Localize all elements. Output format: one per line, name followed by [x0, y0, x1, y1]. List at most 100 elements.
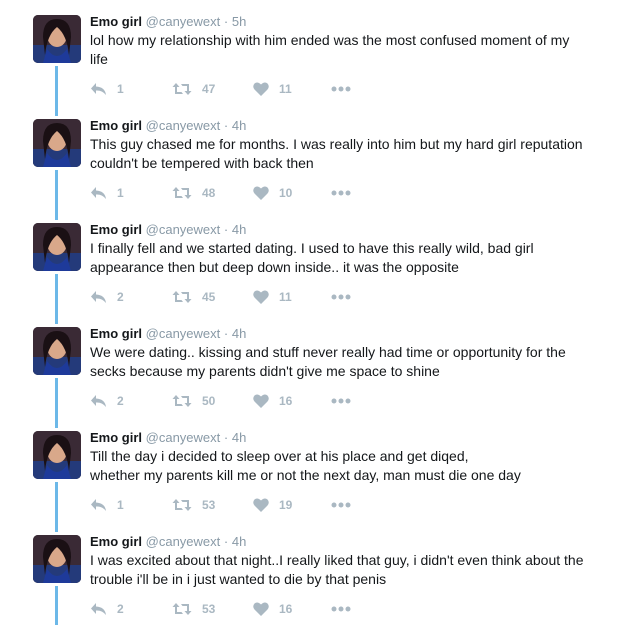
- heart-icon: [253, 394, 269, 408]
- like-button[interactable]: 11: [253, 80, 292, 98]
- tweet-text: I finally fell and we started dating. I …: [90, 239, 610, 276]
- reply-count: 1: [117, 186, 124, 200]
- avatar[interactable]: [33, 431, 81, 479]
- more-dots-icon: [331, 294, 351, 300]
- reply-button[interactable]: 2: [90, 600, 124, 618]
- author-name[interactable]: Emo girl: [90, 534, 142, 549]
- reply-button[interactable]: 1: [90, 80, 124, 98]
- separator-dot: ·: [223, 430, 229, 445]
- retweet-button[interactable]: 45: [172, 288, 215, 306]
- retweet-count: 50: [202, 394, 216, 408]
- tweet-timestamp[interactable]: 5h: [232, 14, 246, 29]
- tweet[interactable]: Emo girl @canyewext · 4h This guy chased…: [0, 104, 627, 208]
- author-handle[interactable]: @canyewext: [146, 222, 221, 237]
- author-handle[interactable]: @canyewext: [146, 326, 221, 341]
- avatar[interactable]: [33, 327, 81, 375]
- author-name[interactable]: Emo girl: [90, 430, 142, 445]
- tweet-text-line: trouble i'll be in i just wanted to die …: [90, 570, 387, 587]
- tweet-text: I was excited about that night..I really…: [90, 551, 610, 588]
- retweet-icon: [172, 290, 192, 304]
- tweet-text: Till the day i decided to sleep over at …: [90, 447, 610, 484]
- reply-count: 2: [117, 602, 124, 616]
- avatar[interactable]: [33, 535, 81, 583]
- reply-arrow-icon: [90, 82, 107, 96]
- tweet[interactable]: Emo girl @canyewext · 4h I was excited a…: [0, 520, 627, 625]
- retweet-button[interactable]: 50: [172, 392, 215, 410]
- thread-connector-line: [55, 274, 58, 312]
- avatar[interactable]: [33, 119, 81, 167]
- tweet-timestamp[interactable]: 4h: [232, 222, 246, 237]
- like-button[interactable]: 16: [253, 392, 292, 410]
- retweet-button[interactable]: 53: [172, 600, 215, 618]
- author-name[interactable]: Emo girl: [90, 118, 142, 133]
- tweet-header: Emo girl @canyewext · 4h: [90, 533, 246, 550]
- author-name[interactable]: Emo girl: [90, 326, 142, 341]
- tweet-text-line: I was excited about that night..I really…: [90, 552, 584, 568]
- like-button[interactable]: 10: [253, 184, 292, 202]
- reply-count: 2: [117, 290, 124, 304]
- tweet-thread: Emo girl @canyewext · 5h lol how my rela…: [0, 0, 627, 625]
- tweet-header: Emo girl @canyewext · 4h: [90, 325, 246, 342]
- tweet-text-line: appearance then but deep down inside.. i…: [90, 258, 459, 275]
- like-button[interactable]: 16: [253, 600, 292, 618]
- tweet-timestamp[interactable]: 4h: [232, 430, 246, 445]
- tweet-timestamp[interactable]: 4h: [232, 534, 246, 549]
- tweet-timestamp[interactable]: 4h: [232, 118, 246, 133]
- more-options-button[interactable]: [331, 392, 351, 410]
- retweet-icon: [172, 498, 192, 512]
- tweet[interactable]: Emo girl @canyewext · 4h I finally fell …: [0, 208, 627, 312]
- thread-connector-line: [55, 482, 58, 520]
- retweet-count: 53: [202, 602, 216, 616]
- avatar[interactable]: [33, 223, 81, 271]
- reply-button[interactable]: 2: [90, 392, 124, 410]
- reply-button[interactable]: 1: [90, 496, 124, 514]
- more-options-button[interactable]: [331, 600, 351, 618]
- like-count: 11: [279, 82, 292, 96]
- more-options-button[interactable]: [331, 288, 351, 306]
- like-button[interactable]: 11: [253, 288, 292, 306]
- like-button[interactable]: 19: [253, 496, 292, 514]
- avatar[interactable]: [33, 15, 81, 63]
- separator-dot: ·: [223, 14, 229, 29]
- retweet-button[interactable]: 47: [172, 80, 215, 98]
- tweet[interactable]: Emo girl @canyewext · 5h lol how my rela…: [0, 0, 627, 104]
- separator-dot: ·: [223, 326, 229, 341]
- author-handle[interactable]: @canyewext: [146, 14, 221, 29]
- retweet-icon: [172, 186, 192, 200]
- reply-arrow-icon: [90, 394, 107, 408]
- more-options-button[interactable]: [331, 184, 351, 202]
- tweet-text: We were dating.. kissing and stuff never…: [90, 343, 610, 380]
- separator-dot: ·: [223, 534, 229, 549]
- reply-arrow-icon: [90, 290, 107, 304]
- reply-arrow-icon: [90, 186, 107, 200]
- tweet-text-line: couldn't be tempered with back then: [90, 154, 314, 171]
- tweet-timestamp[interactable]: 4h: [232, 326, 246, 341]
- thread-connector-line: [55, 104, 58, 116]
- thread-connector-line: [55, 378, 58, 416]
- thread-connector-line: [55, 208, 58, 220]
- retweet-icon: [172, 82, 192, 96]
- reply-button[interactable]: 2: [90, 288, 124, 306]
- like-count: 16: [279, 602, 293, 616]
- author-handle[interactable]: @canyewext: [146, 534, 221, 549]
- author-name[interactable]: Emo girl: [90, 14, 142, 29]
- more-options-button[interactable]: [331, 80, 351, 98]
- author-name[interactable]: Emo girl: [90, 222, 142, 237]
- tweet-actions: 2 53 16: [90, 600, 390, 618]
- like-count: 16: [279, 394, 293, 408]
- heart-icon: [253, 602, 269, 616]
- tweet-text-line: This guy chased me for months. I was rea…: [90, 136, 583, 152]
- tweet[interactable]: Emo girl @canyewext · 4h Till the day i …: [0, 416, 627, 520]
- retweet-button[interactable]: 53: [172, 496, 215, 514]
- thread-connector-line: [55, 520, 58, 532]
- author-handle[interactable]: @canyewext: [146, 430, 221, 445]
- tweet[interactable]: Emo girl @canyewext · 4h We were dating.…: [0, 312, 627, 416]
- tweet-text-line: whether my parents kill me or not the ne…: [90, 466, 521, 483]
- tweet-actions: 1 48 10: [90, 184, 390, 202]
- separator-dot: ·: [223, 118, 229, 133]
- author-handle[interactable]: @canyewext: [146, 118, 221, 133]
- more-options-button[interactable]: [331, 496, 351, 514]
- reply-button[interactable]: 1: [90, 184, 124, 202]
- heart-icon: [253, 186, 269, 200]
- retweet-button[interactable]: 48: [172, 184, 215, 202]
